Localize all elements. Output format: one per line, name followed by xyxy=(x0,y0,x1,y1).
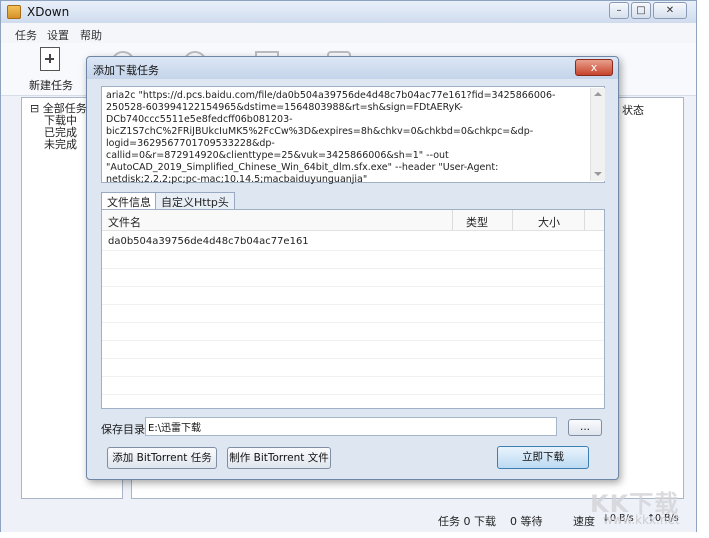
file-table: 文件名 类型 大小 da0b504a39756de4d48c7b04ac77e1… xyxy=(101,209,605,409)
tab-file-info[interactable]: 文件信息 xyxy=(101,192,157,209)
column-divider xyxy=(584,210,585,230)
new-task-label: 新建任务 xyxy=(29,79,73,92)
column-header-type[interactable]: 类型 xyxy=(466,214,488,230)
plus-file-icon xyxy=(40,47,60,71)
dialog-close-button[interactable]: x xyxy=(575,59,613,76)
command-scrollbar[interactable] xyxy=(590,88,605,181)
row-divider xyxy=(102,286,604,287)
row-divider xyxy=(102,304,604,305)
tree-item-incomplete[interactable]: 未完成 xyxy=(44,136,77,152)
command-text: aria2c "https://d.pcs.baidu.com/file/da0… xyxy=(106,90,556,185)
row-divider xyxy=(102,358,604,359)
menu-help[interactable]: 帮助 xyxy=(80,27,102,43)
watermark-url: www.kkx.net xyxy=(603,513,680,527)
save-dir-input[interactable] xyxy=(145,417,557,436)
table-row[interactable]: da0b504a39756de4d48c7b04ac77e161 xyxy=(108,236,309,247)
make-bittorrent-file-button[interactable]: 制作 BitTorrent 文件 xyxy=(227,447,331,469)
scroll-up-icon[interactable] xyxy=(594,92,602,96)
download-now-button[interactable]: 立即下载 xyxy=(497,446,589,469)
dialog-title: 添加下载任务 xyxy=(93,64,159,77)
menu-settings[interactable]: 设置 xyxy=(47,27,69,43)
window-title: XDown xyxy=(27,5,70,19)
close-button[interactable]: ✕ xyxy=(653,2,687,19)
new-task-button[interactable]: 新建任务 xyxy=(21,45,81,93)
minimize-button[interactable]: – xyxy=(609,2,629,19)
row-divider xyxy=(102,268,604,269)
row-divider xyxy=(102,394,604,395)
save-dir-label: 保存目录 xyxy=(101,423,145,436)
row-divider xyxy=(102,376,604,377)
waiting-count: 0 等待 xyxy=(510,515,543,528)
tab-custom-http-header[interactable]: 自定义Http头 xyxy=(155,192,235,209)
title-bar: XDown – □ ✕ xyxy=(1,1,696,23)
menu-bar: 任务 设置 帮助 xyxy=(1,23,696,44)
column-header-status[interactable]: 状态 xyxy=(622,102,644,118)
row-divider xyxy=(102,340,604,341)
row-divider xyxy=(102,322,604,323)
dialog-title-bar: 添加下载任务 x xyxy=(87,57,618,79)
add-bittorrent-task-button[interactable]: 添加 BitTorrent 任务 xyxy=(107,447,217,469)
menu-task[interactable]: 任务 xyxy=(15,27,37,43)
column-header-size[interactable]: 大小 xyxy=(538,214,560,230)
column-divider xyxy=(452,210,453,230)
scroll-down-icon[interactable] xyxy=(594,172,602,176)
command-textarea[interactable]: aria2c "https://d.pcs.baidu.com/file/da0… xyxy=(101,86,605,185)
file-table-header: 文件名 类型 大小 xyxy=(102,210,604,231)
add-task-dialog: 添加下载任务 x aria2c "https://d.pcs.baidu.com… xyxy=(86,56,619,480)
column-header-filename[interactable]: 文件名 xyxy=(108,214,141,230)
task-count: 任务 0 下载 xyxy=(438,515,496,528)
row-divider xyxy=(102,250,604,251)
maximize-button[interactable]: □ xyxy=(631,2,651,19)
column-divider xyxy=(512,210,513,230)
app-icon xyxy=(7,5,21,19)
browse-button[interactable]: ... xyxy=(568,419,602,436)
